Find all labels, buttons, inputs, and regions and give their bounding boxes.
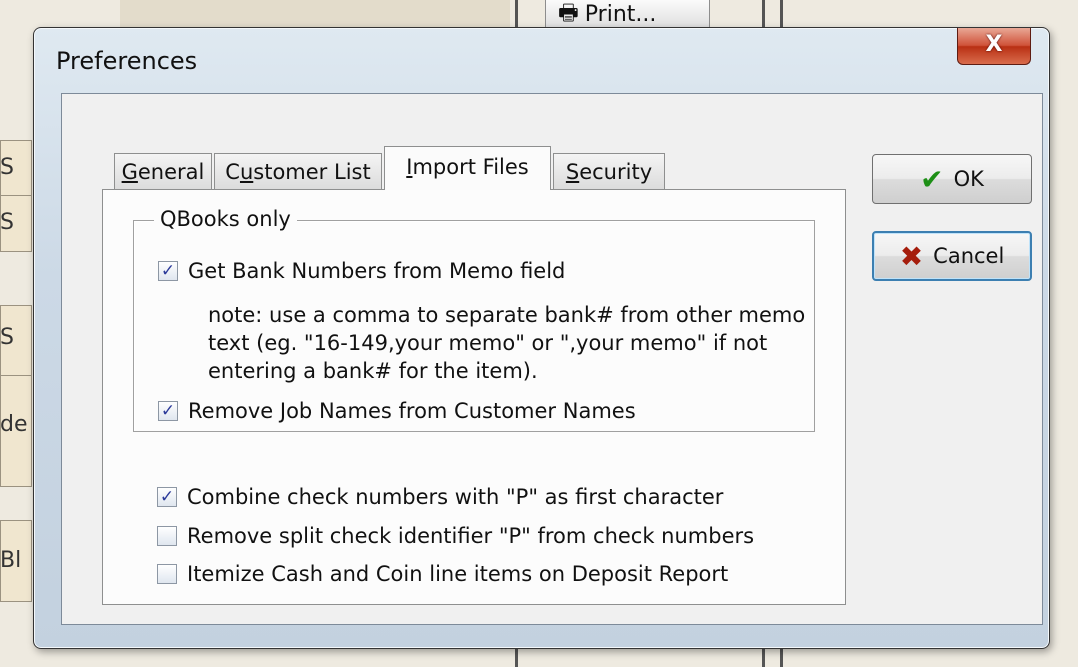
group-label: QBooks only	[154, 207, 297, 231]
dialog-title: Preferences	[56, 47, 198, 75]
print-button[interactable]: 🖶 Print...	[545, 0, 710, 30]
itemize-cash-coin-label: Itemize Cash and Coin line items on Depo…	[187, 562, 729, 586]
background-text: de	[0, 412, 28, 437]
get-bank-numbers-option[interactable]: ✓ Get Bank Numbers from Memo field	[158, 259, 565, 283]
memo-note: note: use a comma to separate bank# from…	[208, 303, 806, 383]
combine-check-numbers-option[interactable]: ✓ Combine check numbers with "P" as firs…	[157, 485, 723, 509]
background-text: S	[0, 325, 14, 350]
get-bank-numbers-checkbox[interactable]: ✓	[158, 261, 178, 281]
qbooks-only-group: QBooks only ✓ Get Bank Numbers from Memo…	[133, 207, 815, 432]
remove-job-names-checkbox[interactable]: ✓	[158, 401, 178, 421]
background-text: S	[0, 155, 14, 180]
tab-customer-list-prefix: C	[225, 160, 240, 184]
x-icon: ✖	[899, 239, 924, 273]
itemize-cash-coin-checkbox[interactable]	[157, 564, 177, 584]
checkmark-icon: ✔	[920, 162, 944, 196]
ok-label: OK	[953, 167, 984, 191]
tab-security-mnemonic: S	[565, 160, 580, 184]
remove-job-names-label: Remove Job Names from Customer Names	[188, 399, 636, 423]
remove-job-names-option[interactable]: ✓ Remove Job Names from Customer Names	[158, 399, 636, 423]
background-text: S	[0, 210, 14, 235]
tab-customer-list-label: stomer List	[253, 160, 371, 184]
tab-general[interactable]: General	[114, 153, 212, 189]
tab-import-files-label: mport Files	[412, 155, 529, 179]
import-files-panel: QBooks only ✓ Get Bank Numbers from Memo…	[102, 189, 846, 605]
tab-security[interactable]: Security	[553, 153, 665, 189]
tab-import-files[interactable]: Import Files	[384, 146, 551, 190]
tab-customer-list-mnemonic: u	[239, 160, 254, 184]
tab-customer-list[interactable]: Customer List	[214, 153, 382, 189]
background-text: Bl	[0, 548, 22, 573]
remove-split-identifier-checkbox[interactable]	[157, 526, 177, 546]
cancel-button[interactable]: ✖ Cancel	[872, 231, 1032, 281]
remove-split-identifier-label: Remove split check identifier "P" from c…	[187, 524, 755, 548]
tab-general-mnemonic: G	[121, 160, 138, 184]
dialog-client-area: General Customer List Import Files Secur…	[61, 93, 1043, 625]
tab-security-label: ecurity	[579, 160, 653, 184]
preferences-dialog: Preferences X General Customer List Impo…	[33, 27, 1050, 649]
combine-check-numbers-checkbox[interactable]: ✓	[157, 487, 177, 507]
remove-split-identifier-option[interactable]: Remove split check identifier "P" from c…	[157, 524, 754, 548]
get-bank-numbers-label: Get Bank Numbers from Memo field	[188, 259, 566, 283]
print-label: Print...	[584, 2, 657, 27]
itemize-cash-coin-option[interactable]: Itemize Cash and Coin line items on Depo…	[157, 562, 728, 586]
tab-general-label: eneral	[137, 160, 205, 184]
combine-check-numbers-label: Combine check numbers with "P" as first …	[187, 485, 724, 509]
ok-button[interactable]: ✔ OK	[872, 154, 1032, 204]
close-button[interactable]: X	[957, 28, 1031, 65]
close-icon: X	[985, 32, 1003, 57]
cancel-label: Cancel	[933, 244, 1005, 268]
